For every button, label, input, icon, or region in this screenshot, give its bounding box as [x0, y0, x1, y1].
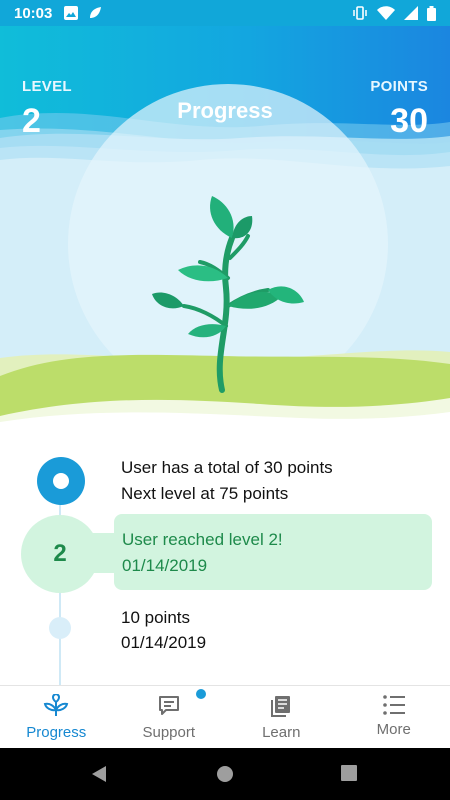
nav-label-support: Support: [142, 724, 196, 741]
level-label: LEVEL: [22, 78, 72, 95]
nav-label-more: More: [376, 721, 411, 738]
leaf-icon: [90, 7, 102, 18]
chat-icon: [158, 696, 179, 715]
image-icon: [64, 6, 79, 20]
level-up-title: User reached level 2!: [122, 530, 283, 549]
points-summary-title: User has a total of 30 points: [121, 458, 333, 477]
progress-timeline: User has a total of 30 points Next level…: [0, 428, 450, 685]
signal-icon: [404, 6, 418, 20]
points-event-title: 10 points: [121, 608, 190, 627]
progress-header: LEVEL 2 Progress POINTS 30: [0, 26, 450, 428]
battery-icon: [427, 5, 436, 21]
system-navigation-bar: [0, 748, 450, 800]
wifi-icon: [377, 6, 395, 20]
notification-dot-icon: [195, 689, 206, 699]
nav-item-learn[interactable]: Learn: [225, 686, 338, 749]
status-bar: 10:03: [0, 0, 450, 26]
nav-item-support[interactable]: Support: [113, 686, 226, 749]
nav-item-more[interactable]: More: [338, 686, 450, 749]
home-icon[interactable]: [215, 764, 235, 784]
book-icon: [271, 696, 291, 717]
points-event-date: 01/14/2019: [121, 633, 207, 652]
points-label: POINTS: [370, 78, 428, 95]
current-progress-marker-icon: [37, 457, 85, 505]
vibrate-icon: [353, 6, 367, 20]
page-title: Progress: [177, 98, 273, 123]
sprout-icon: [44, 694, 69, 716]
bottom-navigation: Progress Support Learn More: [0, 685, 450, 749]
status-time: 10:03: [14, 4, 53, 22]
next-level-text: Next level at 75 points: [121, 484, 289, 503]
nav-label-progress: Progress: [26, 724, 87, 741]
menu-list-icon: [382, 695, 405, 715]
points-value: 30: [390, 102, 428, 140]
level-badge: 2: [21, 515, 99, 593]
recents-icon[interactable]: [341, 765, 357, 781]
nav-item-progress[interactable]: Progress: [0, 686, 113, 749]
points-event-marker-icon: [49, 617, 71, 639]
level-up-date: 01/14/2019: [122, 556, 208, 575]
back-icon[interactable]: [90, 765, 108, 783]
level-up-card[interactable]: User reached level 2! 01/14/2019: [114, 514, 432, 590]
nav-label-learn: Learn: [262, 724, 301, 741]
